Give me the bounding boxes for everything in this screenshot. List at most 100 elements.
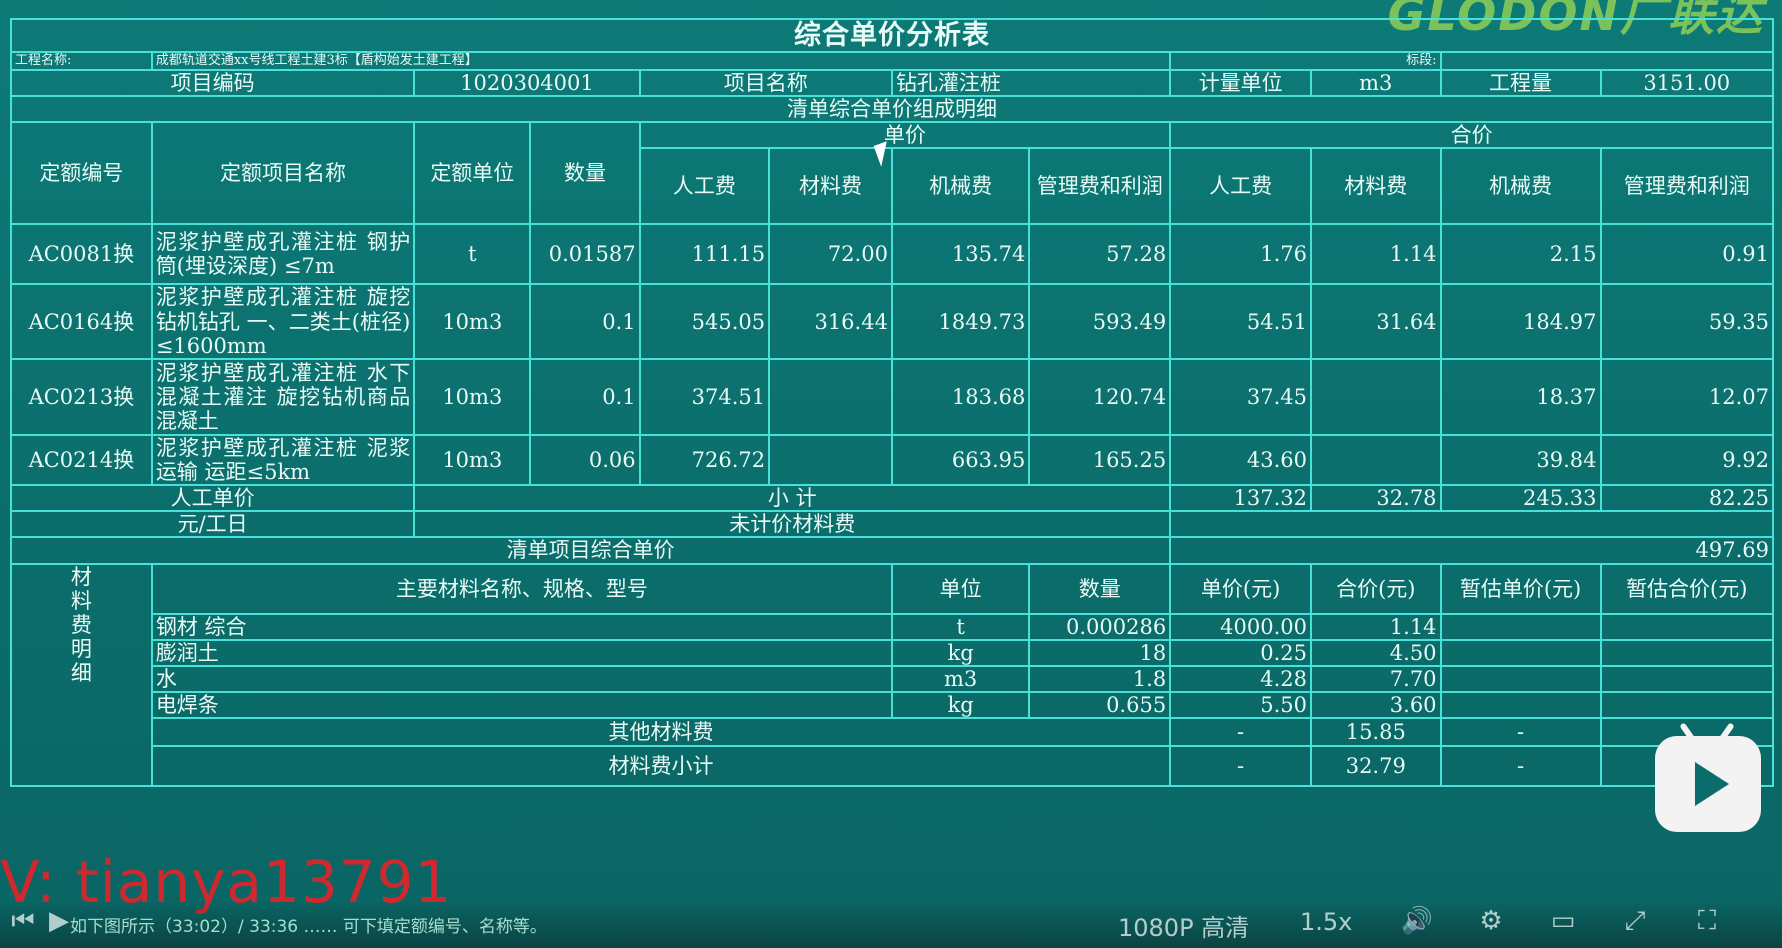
material-qty: 0.000286 xyxy=(1028,612,1172,641)
quota-name: 泥浆护壁成孔灌注桩 旋挖钻机钻孔 一、二类土(桩径) ≤1600mm xyxy=(150,283,416,360)
quality-selector[interactable]: 1080P 高清 xyxy=(1118,908,1249,943)
total-machine: 18.37 xyxy=(1439,357,1602,436)
material-price: 0.25 xyxy=(1169,638,1312,667)
quota-unit: 10m3 xyxy=(413,433,532,487)
total-material: 1.14 xyxy=(1310,223,1442,286)
list-item: 电焊条 kg 0.655 5.50 3.60 xyxy=(11,691,1775,720)
material-qty: 18 xyxy=(1028,638,1172,667)
header-quota-name: 定额项目名称 xyxy=(150,121,416,226)
header-quota-unit: 定额单位 xyxy=(413,121,532,226)
list-item: 钢材 综合 t 0.000286 4000.00 1.14 xyxy=(11,612,1775,641)
widescreen-icon[interactable]: ⤢ xyxy=(1618,906,1652,936)
header-quota-code: 定额编号 xyxy=(10,121,153,226)
material-subtotal-est-price: - xyxy=(1439,745,1602,788)
list-item: 水 m3 1.8 4.28 7.70 xyxy=(11,664,1775,694)
material-subtotal-total: 32.79 xyxy=(1310,745,1442,788)
material-detail-side-label: 材 料 费 明 细 xyxy=(10,562,153,788)
material-unit: t xyxy=(890,612,1031,641)
material-unit: kg xyxy=(890,638,1031,667)
previous-icon[interactable]: ⏮ xyxy=(6,906,40,936)
composite-unit-price-value: 497.69 xyxy=(1169,536,1774,565)
quota-unit: t xyxy=(413,223,532,286)
other-material-label: 其他材料费 xyxy=(150,717,1172,748)
material-subtotal-label: 材料费小计 xyxy=(150,745,1172,788)
header-quantity: 数量 xyxy=(529,121,641,226)
table-row: AC0081换 泥浆护壁成孔灌注桩 钢护筒(埋设深度) ≤7m t 0.0158… xyxy=(10,223,1775,286)
subtotal-machine: 245.33 xyxy=(1439,484,1602,513)
subtitle-hint: 如下图所示（33:02）/ 33:36 …… 可下填定额编号、名称等。 xyxy=(70,917,547,937)
unit-material: 72.00 xyxy=(768,223,893,286)
total-mgmt: 0.91 xyxy=(1599,223,1775,286)
unit-mgmt: 165.25 xyxy=(1028,433,1172,487)
side-char: 费 xyxy=(70,612,92,637)
quantity-value: 3151.00 xyxy=(1599,69,1775,98)
unit-machine: 135.74 xyxy=(890,223,1031,286)
quota-name: 泥浆护壁成孔灌注桩 钢护筒(埋设深度) ≤7m xyxy=(150,223,416,286)
material-qty: 1.8 xyxy=(1028,664,1172,694)
side-char: 细 xyxy=(70,661,92,686)
sheet-title: 综合单价分析表 xyxy=(10,17,1774,54)
material-est-price xyxy=(1439,612,1602,641)
unpriced-material-value xyxy=(1169,510,1774,539)
header-total-price: 合价 xyxy=(1169,121,1774,150)
fullscreen-icon[interactable]: ⛶ xyxy=(1690,906,1724,936)
unit-material xyxy=(768,433,893,487)
speed-selector[interactable]: 1.5x xyxy=(1300,908,1352,936)
total-mgmt: 12.07 xyxy=(1599,357,1775,436)
header-total-labor: 人工费 xyxy=(1169,147,1312,226)
video-control-bar: ⏮ ▶ 如下图所示（33:02）/ 33:36 …… 可下填定额编号、名称等。 … xyxy=(0,900,1782,948)
quota-code: AC0164换 xyxy=(10,283,153,360)
other-material-est-price: - xyxy=(1439,717,1602,748)
settings-gear-icon[interactable]: ⚙ xyxy=(1474,906,1508,936)
material-name: 水 xyxy=(150,664,893,694)
material-est-total xyxy=(1599,612,1775,641)
total-mgmt: 9.92 xyxy=(1599,433,1775,487)
side-char: 材 xyxy=(70,564,92,589)
subtotal-label: 小 计 xyxy=(413,484,1172,513)
subtotal-mgmt: 82.25 xyxy=(1599,484,1775,513)
unit-machine: 1849.73 xyxy=(890,283,1031,360)
material-est-price-header: 暂估单价(元) xyxy=(1439,562,1602,615)
subtotal-labor: 137.32 xyxy=(1169,484,1312,513)
header-unit-machine: 机械费 xyxy=(890,147,1031,226)
other-material-total: 15.85 xyxy=(1310,717,1442,748)
pip-icon[interactable]: ▭ xyxy=(1546,906,1580,936)
material-total-header: 合价(元) xyxy=(1310,562,1442,615)
quota-unit: 10m3 xyxy=(413,283,532,360)
quota-qty: 0.1 xyxy=(529,357,641,436)
material-unit-header: 单位 xyxy=(890,562,1031,615)
header-unit-material: 材料费 xyxy=(768,147,893,226)
header-total-machine: 机械费 xyxy=(1439,147,1602,226)
unit-mgmt: 57.28 xyxy=(1028,223,1172,286)
total-labor: 1.76 xyxy=(1169,223,1312,286)
list-item: 膨润土 kg 18 0.25 4.50 xyxy=(11,638,1775,667)
total-labor: 43.60 xyxy=(1169,433,1312,487)
quota-qty: 0.01587 xyxy=(529,223,641,286)
header-unit-mgmt: 管理费和利润 xyxy=(1028,147,1172,226)
detail-heading: 清单综合单价组成明细 xyxy=(10,95,1774,124)
unit-labor: 545.05 xyxy=(638,283,771,360)
unit-value: m3 xyxy=(1310,69,1442,98)
unpriced-material-label: 未计价材料费 xyxy=(413,510,1172,539)
quota-code: AC0214换 xyxy=(10,433,153,487)
material-name: 膨润土 xyxy=(150,638,893,667)
material-total: 7.70 xyxy=(1310,664,1442,694)
item-name-value: 钻孔灌注桩 xyxy=(890,69,1172,98)
total-material xyxy=(1310,433,1442,487)
material-est-total xyxy=(1599,638,1775,667)
item-code-label: 项目编码 xyxy=(9,69,416,98)
volume-icon[interactable]: 🔊 xyxy=(1400,906,1434,936)
play-badge-icon[interactable] xyxy=(1655,722,1761,832)
total-labor: 54.51 xyxy=(1169,283,1312,360)
quota-name: 泥浆护壁成孔灌注桩 水下混凝土灌注 旋挖钻机商品混凝土 xyxy=(150,357,416,436)
composite-unit-price-label: 清单项目综合单价 xyxy=(9,536,1172,565)
quota-name: 泥浆护壁成孔灌注桩 泥浆运输 运距≤5km xyxy=(150,433,416,487)
material-total: 4.50 xyxy=(1310,638,1442,667)
material-price: 4000.00 xyxy=(1169,612,1312,641)
material-unit: kg xyxy=(890,691,1031,720)
quota-code: AC0213换 xyxy=(10,357,153,436)
header-unit-labor: 人工费 xyxy=(638,147,771,226)
unit-material xyxy=(768,357,893,436)
material-name: 钢材 综合 xyxy=(150,612,893,641)
total-labor: 37.45 xyxy=(1169,357,1312,436)
